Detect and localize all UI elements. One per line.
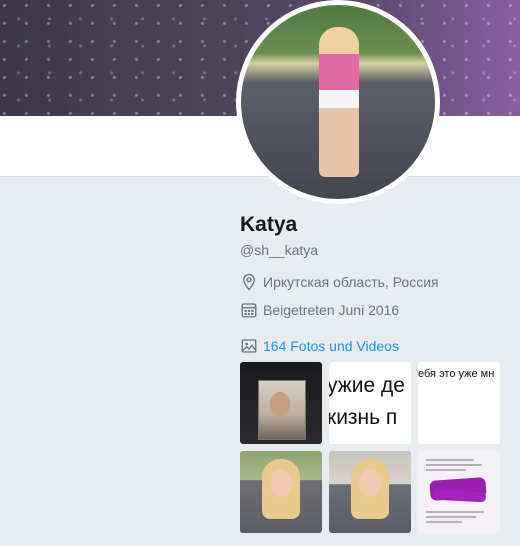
profile-handle[interactable]: @sh__katya (240, 241, 510, 259)
location-pin-icon (243, 273, 255, 291)
thumbnail-text-line (426, 469, 466, 471)
thumbnail-text: ебя это уже мн (418, 368, 495, 380)
media-thumbnail[interactable]: ебя это уже мн (418, 362, 500, 444)
thumbnail-face (359, 469, 381, 497)
media-thumbnail[interactable]: ужие де кизнь п (329, 362, 411, 444)
media-thumbnail[interactable] (240, 451, 322, 533)
profile-media-link-text[interactable]: 164 Fotos und Videos (263, 338, 399, 354)
profile-join-date: Beigetreten Juni 2016 (240, 299, 510, 321)
image-icon (241, 339, 257, 353)
profile-location: Иркутская область, Россия (240, 271, 510, 293)
media-thumbnail[interactable] (329, 451, 411, 533)
media-thumbnail[interactable] (418, 451, 500, 533)
profile-avatar[interactable] (236, 0, 440, 204)
thumbnail-text: кизнь п (329, 406, 398, 429)
thumbnail-text-line (426, 459, 474, 461)
thumbnail-text: ужие де (329, 374, 405, 397)
profile-name[interactable]: Katya (240, 212, 510, 238)
thumbnail-text-line (426, 464, 482, 466)
calendar-icon (241, 303, 257, 318)
thumbnail-text-line (426, 511, 484, 513)
media-thumbnail[interactable] (240, 362, 322, 444)
profile-card: Katya @sh__katya Иркутская область, Росс… (240, 212, 510, 357)
profile-media-link[interactable]: 164 Fotos und Videos (240, 335, 510, 357)
thumbnail-scribble (433, 489, 487, 503)
thumbnail-face (270, 469, 292, 497)
profile-join-date-text: Beigetreten Juni 2016 (263, 302, 400, 318)
thumbnail-text-line (426, 516, 476, 518)
profile-location-text: Иркутская область, Россия (263, 274, 439, 290)
thumbnail-face (270, 392, 290, 416)
media-grid: ужие де кизнь п ебя это уже мн (240, 362, 510, 533)
thumbnail-text-line (426, 521, 462, 523)
avatar-photo-figure (319, 27, 359, 177)
